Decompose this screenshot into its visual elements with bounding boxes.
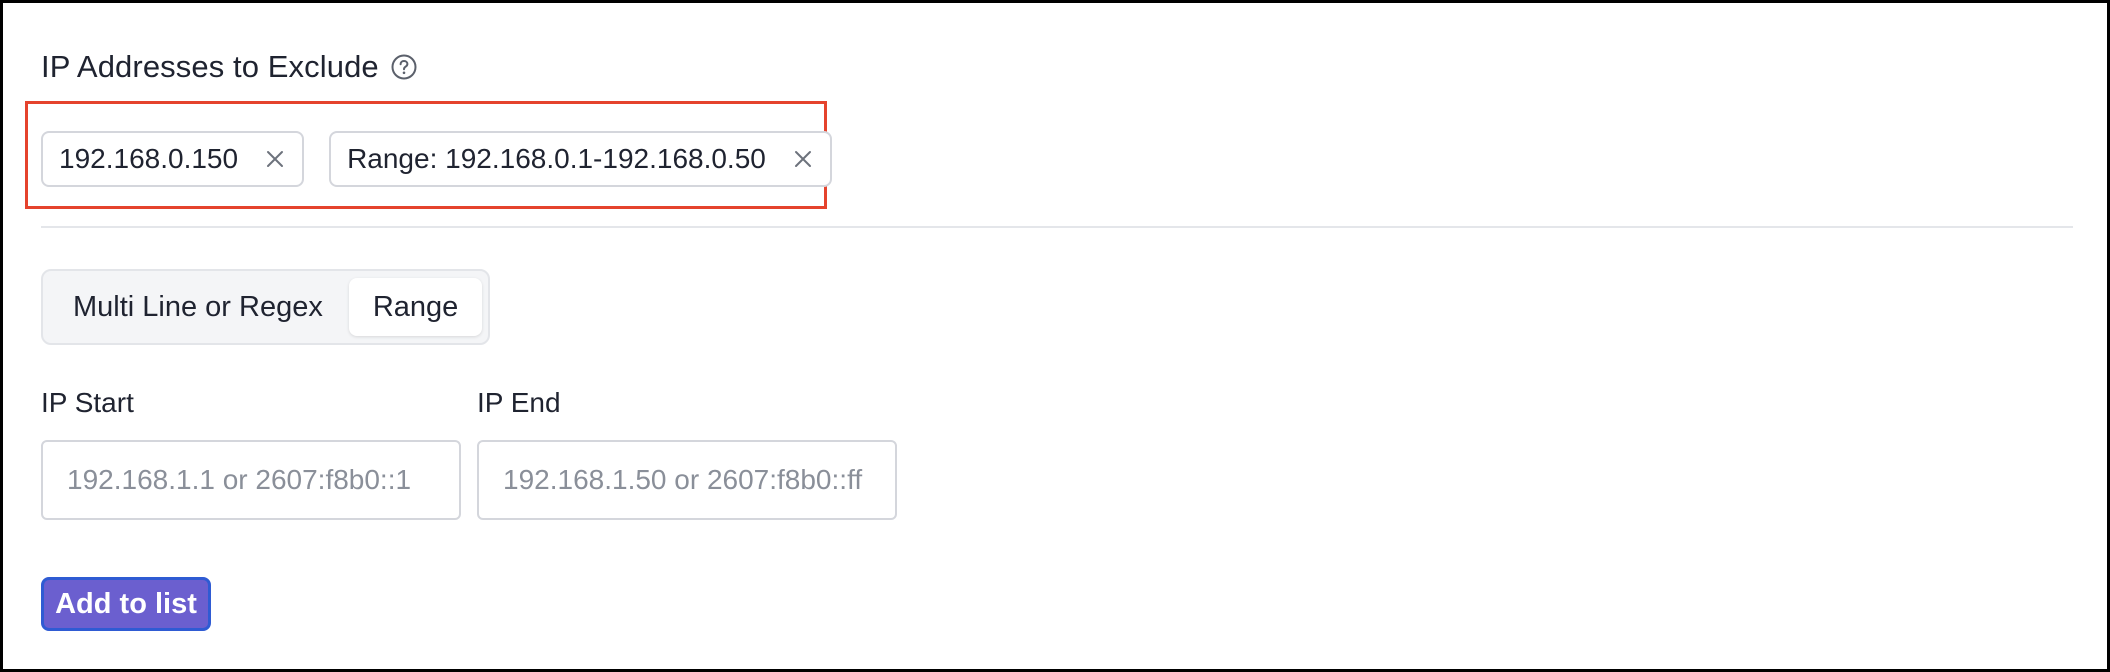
ip-end-input[interactable] <box>477 440 897 520</box>
question-circle-icon[interactable] <box>389 52 419 82</box>
excluded-ip-chip-list: 192.168.0.150 Range: 192.168.0.1-192.168… <box>41 131 832 187</box>
add-to-list-button[interactable]: Add to list <box>41 577 211 631</box>
chip-label: Range: 192.168.0.1-192.168.0.50 <box>347 143 766 174</box>
app-frame: IP Addresses to Exclude 192.168.0.150 Ra… <box>0 0 2110 672</box>
tab-range[interactable]: Range <box>348 278 483 336</box>
divider <box>41 226 2073 228</box>
close-icon[interactable] <box>792 148 814 170</box>
ip-start-input[interactable] <box>41 440 461 520</box>
section-header: IP Addresses to Exclude <box>41 47 419 87</box>
mode-toggle: Multi Line or Regex Range <box>41 269 491 345</box>
close-icon[interactable] <box>264 148 286 170</box>
tab-multi-line-or-regex[interactable]: Multi Line or Regex <box>49 278 347 336</box>
ip-end-label: IP End <box>477 387 561 418</box>
ip-start-label: IP Start <box>41 387 134 418</box>
excluded-ip-chip: 192.168.0.150 <box>41 131 305 187</box>
excluded-ip-chip: Range: 192.168.0.1-192.168.0.50 <box>329 131 832 187</box>
chip-label: 192.168.0.150 <box>59 143 239 174</box>
section-title: IP Addresses to Exclude <box>41 49 379 84</box>
